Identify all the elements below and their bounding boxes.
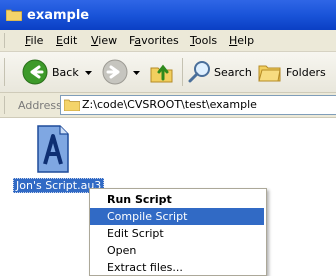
back-dropdown-icon[interactable] [85,71,92,75]
menu-file[interactable]: File [25,34,43,47]
toolbar-grip-icon [4,33,5,48]
menu-favorites[interactable]: Favorites [129,34,179,47]
menu-edit[interactable]: Edit [56,34,77,47]
search-label: Search [214,66,252,79]
window-title: example [27,8,90,23]
toolbar-grip-icon [4,96,5,114]
forward-dropdown-icon[interactable] [133,71,140,75]
context-menu-extract-files[interactable]: Extract files... [90,259,264,276]
search-button[interactable]: Search [188,58,252,86]
back-arrow-icon [22,59,48,85]
context-menu-edit-script[interactable]: Edit Script [90,225,264,242]
address-bar: Address Z:\code\CVSROOT\test\example [0,93,336,118]
search-icon [188,61,210,83]
back-label: Back [52,66,79,79]
address-field[interactable]: Z:\code\CVSROOT\test\example [60,95,336,115]
up-folder-button[interactable] [148,58,176,86]
folder-icon [6,9,22,21]
address-path: Z:\code\CVSROOT\test\example [82,98,257,111]
toolbar-separator [182,58,183,86]
au3-file-icon[interactable] [36,124,70,174]
context-menu-run-script[interactable]: Run Script [90,191,264,208]
forward-button[interactable] [102,58,142,86]
back-button[interactable]: Back [22,58,100,86]
address-label: Address [18,99,62,112]
title-bar: example [0,0,336,30]
toolbar-grip-icon [4,58,5,86]
folders-label: Folders [286,66,326,79]
context-menu: Run Script Compile Script Edit Script Op… [89,188,267,276]
up-folder-icon [150,64,173,83]
menu-help[interactable]: Help [229,34,254,47]
context-menu-open[interactable]: Open [90,242,264,259]
folder-icon [64,99,80,111]
menu-bar: File Edit View Favorites Tools Help [0,30,336,52]
folders-button[interactable]: Folders [257,58,327,86]
menu-tools[interactable]: Tools [190,34,217,47]
forward-arrow-icon [102,59,128,85]
folders-icon [258,65,281,82]
standard-toolbar: Back Search Folders [0,52,336,93]
menu-view[interactable]: View [91,34,117,47]
context-menu-compile-script[interactable]: Compile Script [90,208,264,225]
